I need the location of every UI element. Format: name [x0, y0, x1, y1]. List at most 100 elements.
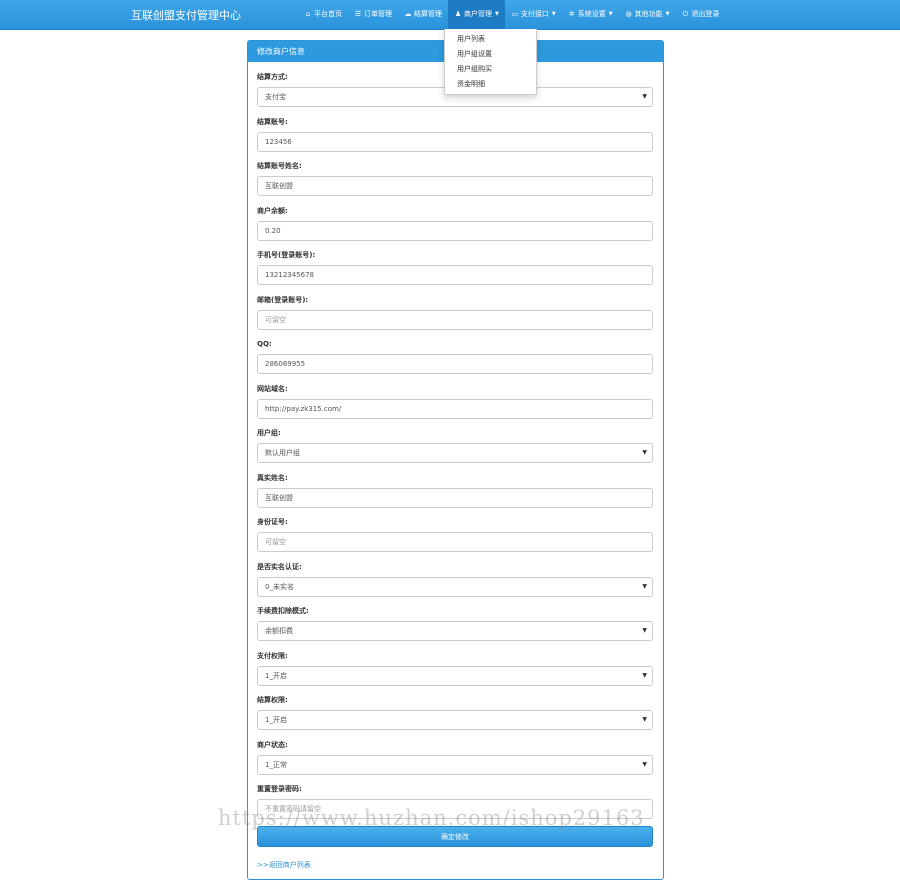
nav-label: 订单管理 [364, 10, 392, 18]
input-placeholder: 可留空 [265, 315, 286, 324]
select-field[interactable]: 1_开启 ▼ [257, 665, 653, 686]
text-input[interactable]: 0.20 [257, 220, 653, 241]
select-field[interactable]: 默认用户组 ▼ [257, 443, 653, 463]
caret-down-icon: ▼ [665, 11, 670, 17]
nav-label: 结算管理 [414, 10, 442, 18]
nav-home[interactable]: ⌂ 平台首页 [298, 0, 348, 29]
select-field[interactable]: 余额扣费 ▼ [257, 621, 653, 641]
form-group: 结算账号: 123456 [257, 116, 653, 152]
gear-icon: ✲ [568, 10, 575, 18]
nav-merchants[interactable]: ♟ 商户管理 ▼ [448, 0, 505, 29]
select-field[interactable]: 1_正常 ▼ [257, 754, 653, 775]
field-label: 结算权限: [257, 696, 288, 704]
field-label: 身份证号: [257, 518, 288, 526]
chevron-down-icon: ▼ [642, 93, 647, 100]
input-value: 0_未实名 [265, 582, 294, 591]
nav-payment[interactable]: ▭ 支付接口 ▼ [505, 0, 562, 29]
nav-settings[interactable]: ✲ 系统设置 ▼ [562, 0, 619, 29]
form-group: 结算账号姓名: 互联创盟 [257, 160, 653, 196]
input-value: 1_开启 [265, 716, 287, 724]
field-label: 网站域名: [257, 384, 288, 393]
text-input[interactable]: 互联创盟 [257, 176, 653, 196]
chevron-down-icon: ▼ [642, 627, 647, 634]
input-value: http://pay.zk315.com/ [265, 404, 342, 413]
text-input[interactable]: 互联创盟 [257, 487, 653, 508]
cloud-icon: ☁ [404, 10, 412, 18]
brand-title[interactable]: 互联创盟支付管理中心 [131, 7, 241, 23]
field-label: QQ: [257, 340, 272, 348]
field-label: 结算账号姓名: [257, 162, 302, 170]
form-group: 商户状态: 1_正常 ▼ [257, 739, 653, 775]
form-group: 手续费扣除模式: 余额扣费 ▼ [257, 605, 653, 641]
nav-logout[interactable]: ⏻ 退出登录 [675, 0, 725, 29]
input-value: 286069955 [265, 360, 306, 368]
text-input[interactable]: http://pay.zk315.com/ [257, 398, 653, 419]
form-group: 真实姓名: 互联创盟 [257, 472, 653, 508]
list-icon: ☰ [354, 10, 362, 18]
nav-label: 系统设置 [577, 10, 606, 18]
form-group: 是否实名认证: 0_未实名 ▼ [257, 561, 653, 597]
caret-down-icon: ▼ [495, 11, 499, 17]
power-icon: ⏻ [682, 10, 689, 18]
nav-label: 支付接口 [520, 10, 549, 18]
dropdown-item[interactable]: 用户列表 [445, 32, 536, 47]
input-value: 互联创盟 [265, 493, 293, 502]
chevron-down-icon: ▼ [642, 716, 647, 723]
user-icon: ♟ [454, 10, 462, 18]
home-icon: ⌂ [305, 10, 311, 18]
input-value: 1_正常 [265, 760, 287, 769]
dropdown-item[interactable]: 资金明细 [445, 77, 536, 92]
text-input[interactable]: 13212345678 [257, 265, 653, 285]
chevron-down-icon: ▼ [642, 760, 647, 768]
form-group: QQ: 286069955 [257, 338, 653, 374]
back-to-merchant-list-link[interactable]: >>返回商户列表 [257, 860, 311, 870]
nav-label: 退出登录 [691, 10, 720, 18]
edit-merchant-panel: 修改商户信息 结算方式: 支付宝 ▼ 结算账号: 123456 结算账号姓名: 互联创盟 商户… [247, 40, 664, 880]
globe-icon: ◍ [625, 10, 632, 18]
nav-orders[interactable]: ☰ 订单管理 [348, 0, 398, 29]
nav-label: 商户管理 [464, 10, 492, 18]
nav-other[interactable]: ◍ 其他功能 ▼ [619, 0, 676, 29]
input-placeholder: 可留空 [265, 538, 286, 546]
input-value: 默认用户组 [265, 449, 300, 457]
field-label: 商户状态: [257, 740, 288, 749]
form-group: 身份证号: 可留空 [257, 516, 653, 552]
input-value: 13212345678 [265, 271, 314, 279]
nav-settlement[interactable]: ☁ 结算管理 [398, 0, 448, 29]
nav-label: 其他功能 [634, 10, 663, 18]
form-group: 邮箱(登录账号): 可留空 [257, 294, 653, 330]
top-navbar: 互联创盟支付管理中心 ⌂ 平台首页 ☰ 订单管理 ☁ 结算管理 ♟ 商户管理 ▼ ▭ 支付接口 ▼ ✲ 系… [0, 0, 900, 30]
text-input[interactable]: 286069955 [257, 354, 653, 374]
dropdown-item[interactable]: 用户组设置 [445, 47, 536, 62]
text-input[interactable]: 可留空 [257, 309, 653, 330]
form-group: 商户余额: 0.20 [257, 205, 653, 241]
chevron-down-icon: ▼ [642, 449, 647, 456]
merchant-dropdown-menu: 用户列表 用户组设置 用户组购买 资金明细 [444, 29, 537, 95]
form-group: 用户组: 默认用户组 ▼ [257, 427, 653, 463]
form-group: 结算权限: 1_开启 ▼ [257, 694, 653, 730]
field-label: 用户组: [257, 429, 281, 437]
form-group: 手机号(登录账号): 13212345678 [257, 249, 653, 285]
input-value: 支付宝 [265, 93, 286, 101]
watermark-text: https://www.huzhan.com/ishop29163 [218, 806, 645, 830]
dropdown-item[interactable]: 用户组购买 [445, 62, 536, 77]
field-label: 商户余额: [257, 206, 288, 215]
nav-menu: ⌂ 平台首页 ☰ 订单管理 ☁ 结算管理 ♟ 商户管理 ▼ ▭ 支付接口 ▼ ✲ 系统设置 ▼ ◍ 其他功能 ▼ ⏻… [298, 0, 725, 29]
select-field[interactable]: 0_未实名 ▼ [257, 576, 653, 597]
input-value: 0.20 [265, 226, 281, 235]
caret-down-icon: ▼ [551, 11, 556, 17]
field-label: 真实姓名: [257, 473, 288, 482]
field-label: 手机号(登录账号): [257, 251, 316, 259]
select-field[interactable]: 1_开启 ▼ [257, 710, 653, 730]
text-input[interactable]: 可留空 [257, 532, 653, 552]
field-label: 邮箱(登录账号): [257, 295, 309, 304]
caret-down-icon: ▼ [608, 11, 613, 17]
input-value: 余额扣费 [265, 627, 293, 635]
text-input[interactable]: 123456 [257, 131, 653, 152]
field-label: 结算账号: [257, 117, 288, 126]
field-label: 重置登录密码: [257, 785, 302, 793]
card-icon: ▭ [511, 10, 519, 18]
input-value: 1_开启 [265, 671, 287, 680]
field-label: 是否实名认证: [257, 562, 302, 571]
input-value: 互联创盟 [265, 182, 293, 190]
